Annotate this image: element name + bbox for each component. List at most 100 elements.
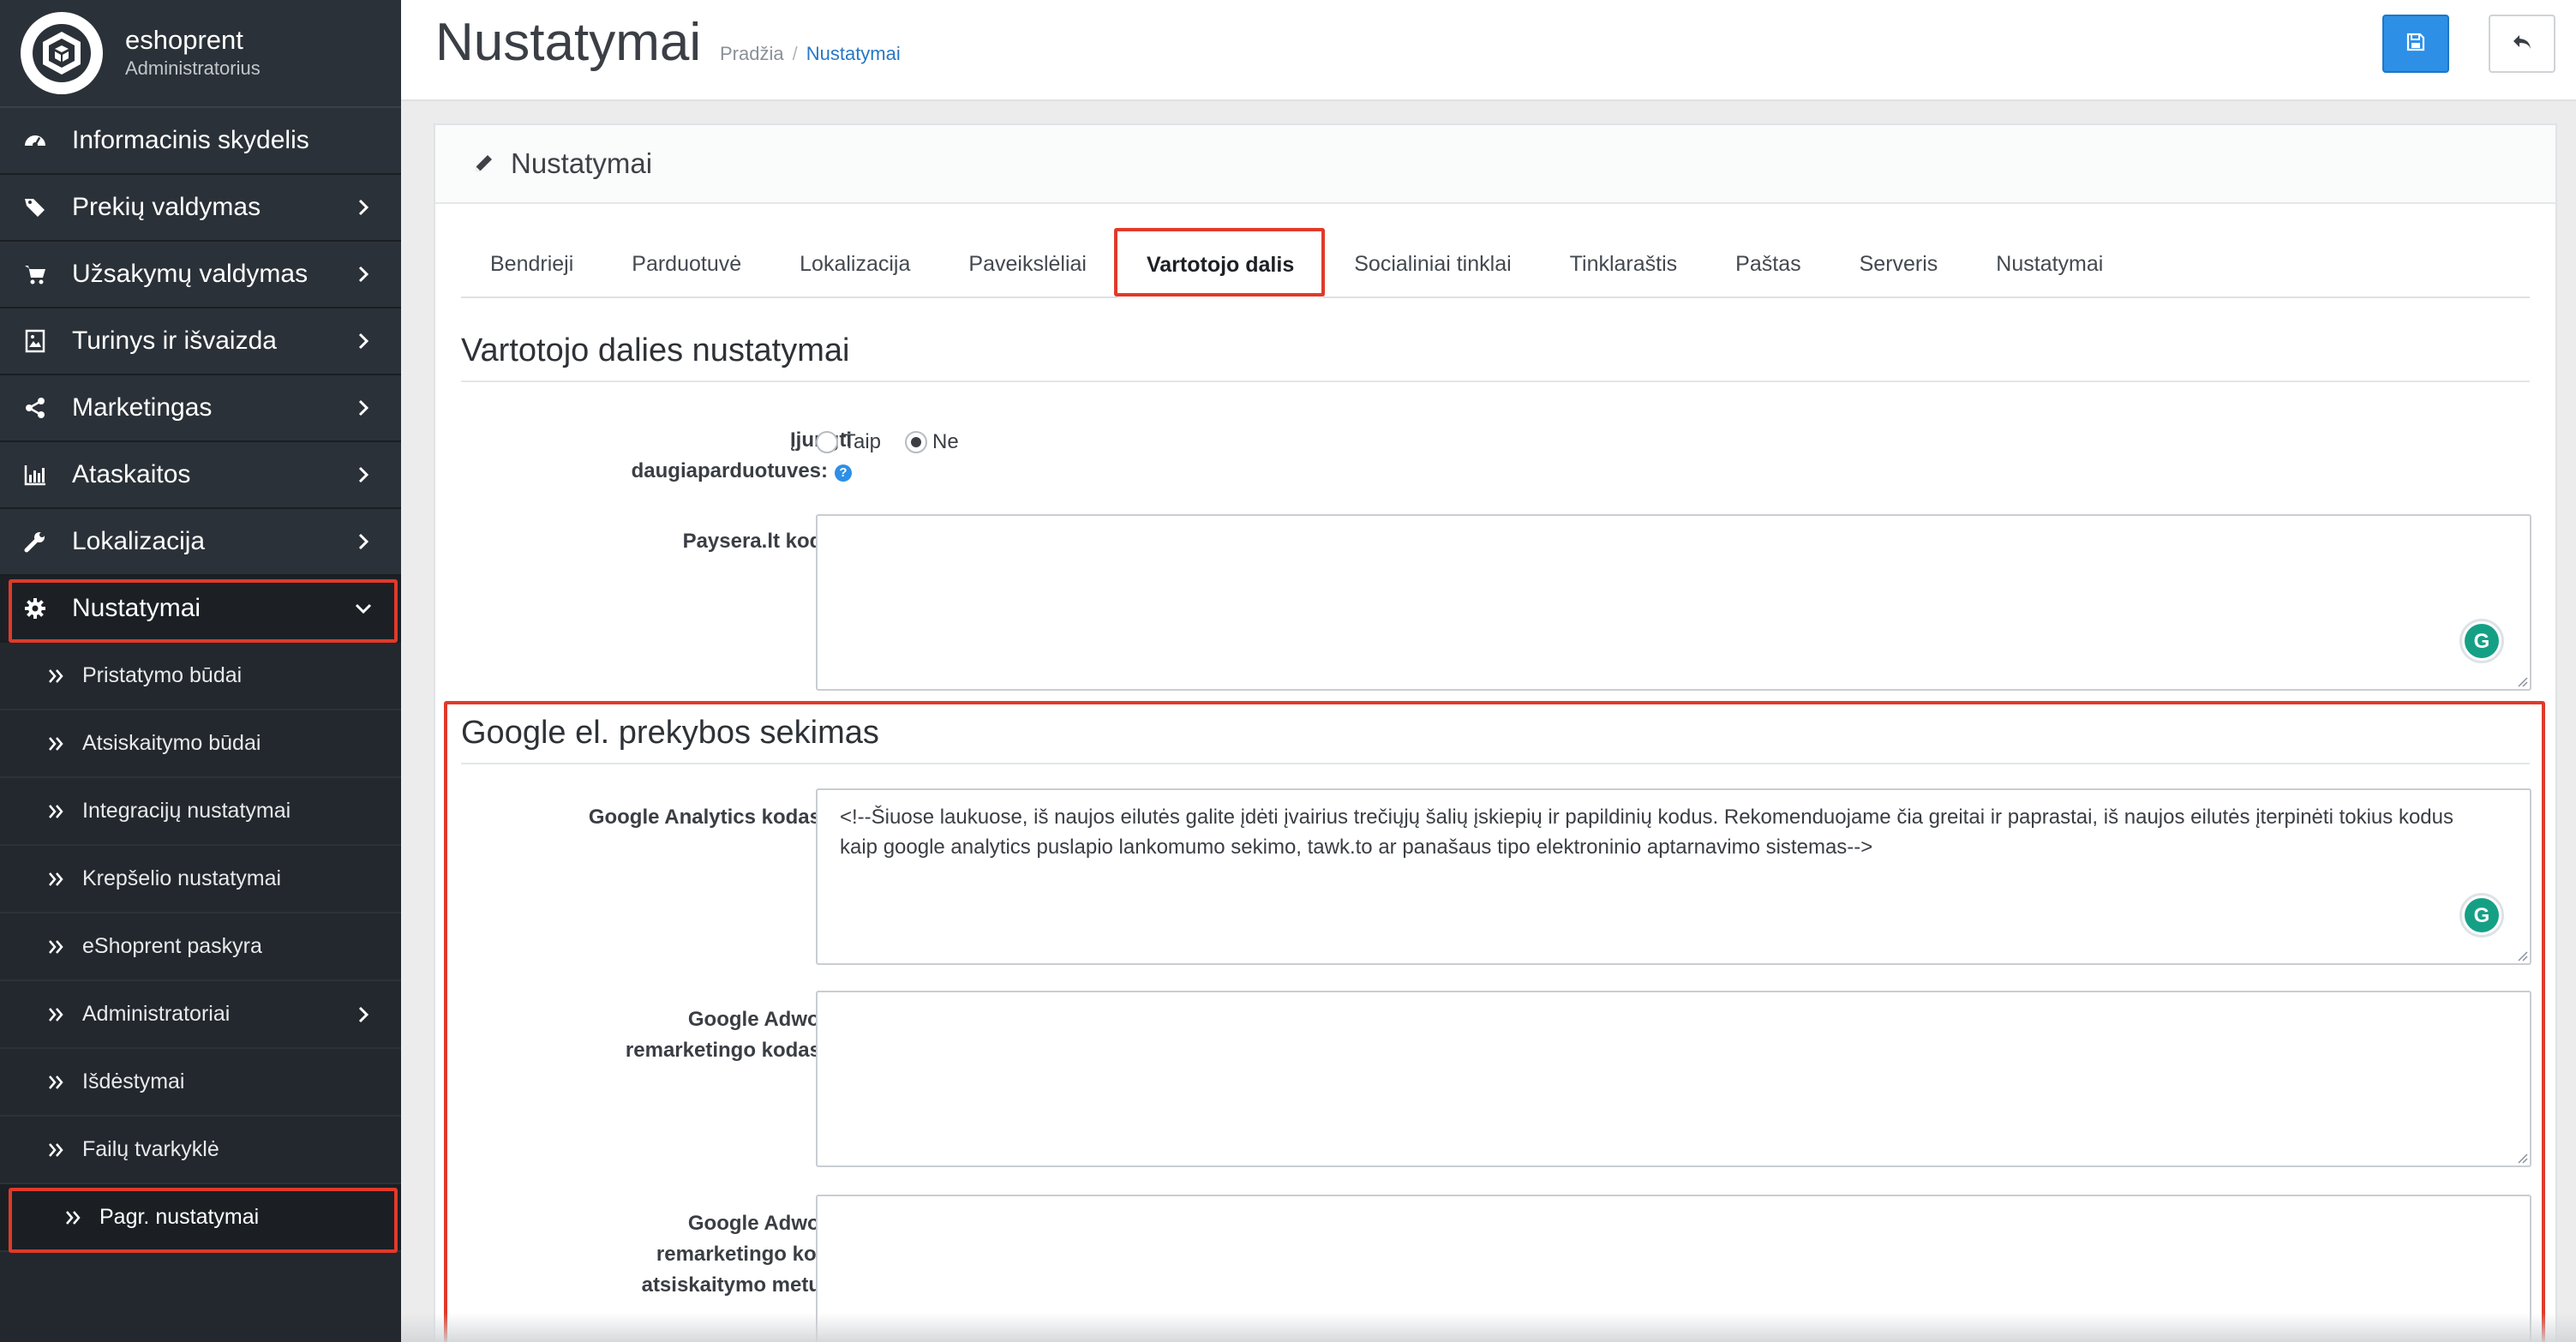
tab-store[interactable]: Parduotuvė (602, 230, 770, 298)
settings-tabs: Bendrieji Parduotuvė Lokalizacija Paveik… (461, 230, 2530, 298)
resize-handle-icon[interactable] (2514, 948, 2528, 962)
sidebar-item-label: Prekių valdymas (72, 193, 261, 221)
sidebar-item-reports[interactable]: Ataskaitos (0, 442, 401, 509)
tab-settings[interactable]: Nustatymai (1967, 230, 2132, 298)
radio-no[interactable] (905, 431, 928, 453)
sidebar-subitem-label: eShoprent paskyra (82, 934, 262, 958)
chevron-right-icon (353, 531, 374, 552)
sidebar-item-label: Lokalizacija (72, 527, 206, 555)
sidebar: eshoprent Administratorius Informacinis … (0, 0, 401, 1342)
section-title: Google el. prekybos sekimas (461, 715, 879, 751)
sidebar-subitem-label: Krepšelio nustatymai (82, 866, 282, 890)
sidebar-subitem-label: Failų tvarkyklė (82, 1137, 219, 1161)
sidebar-item-localization[interactable]: Lokalizacija (0, 509, 401, 576)
sidebar-subitem-integrations[interactable]: Integracijų nustatymai (0, 778, 401, 846)
tab-localization[interactable]: Lokalizacija (770, 230, 939, 298)
chevron-right-icon (353, 197, 374, 218)
dashboard-icon (22, 128, 48, 153)
adwords-label: Google Adwords remarketingo kodas:? (526, 1004, 852, 1066)
sidebar-item-orders[interactable]: Užsakymų valdymas (0, 242, 401, 309)
back-button[interactable] (2489, 15, 2555, 73)
tab-images[interactable]: Paveikslėliai (939, 230, 1116, 298)
sidebar-item-label: Marketingas (72, 393, 213, 422)
sidebar-subitem-administrators[interactable]: Administratoriai (0, 981, 401, 1049)
section-divider (461, 380, 2530, 382)
breadcrumb: Pradžia / Nustatymai (720, 43, 901, 65)
brand-role: Administratorius (125, 57, 261, 79)
radio-yes[interactable] (816, 431, 838, 453)
paysera-label: Paysera.lt kodas: (682, 530, 852, 553)
sidebar-item-label: Nustatymai (72, 594, 201, 622)
brand-logo (21, 12, 103, 94)
sidebar-subitem-label: Pagr. nustatymai (99, 1205, 260, 1229)
page-header: Nustatymai Pradžia / Nustatymai (401, 0, 2576, 101)
panel-heading: Nustatymai (435, 125, 2555, 204)
tab-server[interactable]: Serveris (1830, 230, 1968, 298)
double-chevron-icon (46, 1004, 67, 1025)
gear-icon (22, 596, 48, 621)
save-button[interactable] (2382, 15, 2449, 73)
breadcrumb-home[interactable]: Pradžia (720, 43, 784, 64)
adwords-checkout-label: Google Adwords remarketingo kodas atsisk… (526, 1208, 852, 1301)
sidebar-item-marketing[interactable]: Marketingas (0, 375, 401, 442)
pencil-icon (471, 152, 495, 176)
sidebar-item-label: Ataskaitos (72, 460, 191, 488)
chevron-right-icon (353, 464, 374, 485)
sidebar-subitem-account[interactable]: eShoprent paskyra (0, 914, 401, 981)
panel-title: Nustatymai (511, 147, 653, 179)
sidebar-item-products[interactable]: Prekių valdymas (0, 175, 401, 242)
image-icon (22, 328, 48, 354)
wrench-icon (22, 529, 48, 554)
cart-icon (22, 261, 48, 287)
tab-social[interactable]: Socialiniai tinklai (1325, 230, 1540, 298)
double-chevron-icon (46, 1072, 67, 1093)
adwords-checkout-textarea[interactable] (816, 1195, 2531, 1342)
settings-panel: Nustatymai Bendrieji Parduotuvė Lokaliza… (434, 123, 2557, 1342)
tab-blog[interactable]: Tinklaraštis (1541, 230, 1707, 298)
breadcrumb-current[interactable]: Nustatymai (806, 43, 901, 64)
ga-textarea[interactable]: <!--Šiuose laukuose, iš naujos eilutės g… (816, 788, 2531, 965)
tags-icon (22, 195, 48, 220)
ga-label: Google Analytics kodas:? (526, 802, 852, 833)
sidebar-item-settings[interactable]: Nustatymai (0, 576, 401, 643)
sidebar-subitem-label: Atsiskaitymo būdai (82, 731, 261, 755)
grammarly-icon[interactable]: G (2459, 893, 2504, 938)
sidebar-subitem-label: Išdėstymai (82, 1069, 185, 1093)
tab-customer-side[interactable]: Vartotojo dalis (1115, 230, 1326, 298)
sidebar-subitem-cart[interactable]: Krepšelio nustatymai (0, 846, 401, 914)
ga-textarea-value: <!--Šiuose laukuose, iš naujos eilutės g… (840, 806, 2453, 859)
brand[interactable]: eshoprent Administratorius (0, 0, 401, 108)
sidebar-item-label: Užsakymų valdymas (72, 260, 309, 288)
double-chevron-icon (46, 666, 67, 686)
sidebar-subitem-main-settings[interactable]: Pagr. nustatymai (0, 1184, 401, 1252)
tab-mail[interactable]: Paštas (1706, 230, 1830, 298)
sidebar-subitem-label: Pristatymo būdai (82, 663, 243, 687)
sidebar-item-dashboard[interactable]: Informacinis skydelis (0, 108, 401, 175)
resize-handle-icon[interactable] (2514, 1150, 2528, 1164)
chevron-right-icon (353, 331, 374, 351)
sidebar-item-content[interactable]: Turinys ir išvaizda (0, 309, 401, 375)
adwords-textarea[interactable] (816, 991, 2531, 1167)
chevron-down-icon (353, 598, 374, 619)
chevron-right-icon (353, 398, 374, 418)
bar-chart-icon (22, 462, 48, 488)
tab-general[interactable]: Bendrieji (461, 230, 602, 298)
sidebar-subitem-layouts[interactable]: Išdėstymai (0, 1049, 401, 1117)
double-chevron-icon (46, 801, 67, 822)
multistore-radio-group: Taip Ne (816, 430, 983, 454)
double-chevron-icon (63, 1207, 84, 1228)
sidebar-subitem-delivery[interactable]: Pristatymo būdai (0, 643, 401, 710)
ga-label-text: Google Analytics kodas: (588, 806, 828, 829)
sidebar-subitem-file-manager[interactable]: Failų tvarkyklė (0, 1117, 401, 1184)
section-title: Vartotojo dalies nustatymai (461, 333, 850, 368)
help-icon[interactable]: ? (835, 464, 852, 482)
resize-handle-icon[interactable] (2514, 674, 2528, 687)
paysera-textarea[interactable]: G (816, 514, 2531, 691)
grammarly-icon[interactable]: G (2459, 619, 2504, 663)
adwords-checkout-label-line3: atsiskaitymo metu: (641, 1273, 828, 1297)
section-divider (461, 763, 2530, 764)
multistore-label: Įjungti daugiaparduotuves:? (526, 425, 852, 487)
sidebar-item-label: Turinys ir išvaizda (72, 327, 277, 355)
share-icon (22, 395, 48, 421)
sidebar-subitem-payment[interactable]: Atsiskaitymo būdai (0, 710, 401, 778)
